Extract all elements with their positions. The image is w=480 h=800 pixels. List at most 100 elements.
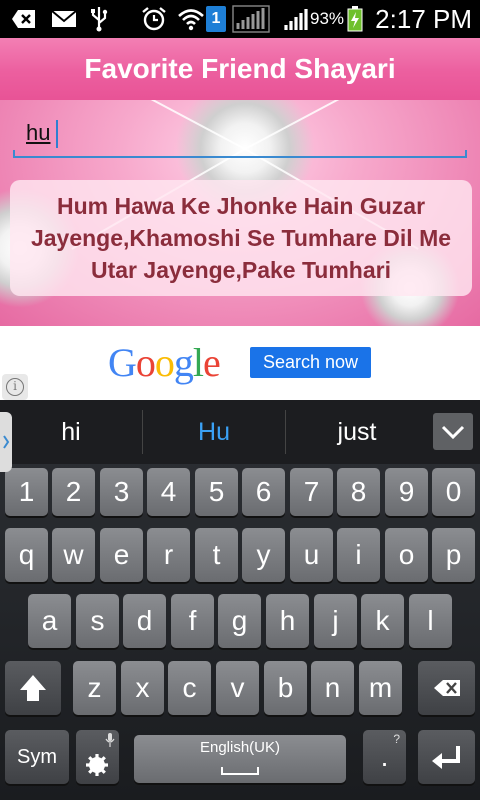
key-u[interactable]: u (290, 528, 333, 582)
key-label: c (182, 672, 197, 703)
notification-count-badge: 1 (206, 6, 226, 32)
key-t[interactable]: t (195, 528, 238, 582)
status-bar: 1 93% 2:17 PM (0, 0, 480, 38)
key-s[interactable]: s (76, 594, 119, 648)
key-label: t (212, 539, 221, 570)
shift-key[interactable] (5, 661, 61, 715)
signal-boxed-icon (232, 5, 270, 33)
key-4[interactable]: 4 (147, 468, 190, 516)
key-label: g (231, 605, 248, 636)
sym-key[interactable]: Sym (5, 730, 69, 784)
key-h[interactable]: h (266, 594, 309, 648)
enter-icon (432, 746, 460, 769)
enter-key[interactable] (418, 730, 475, 784)
key-label: z (87, 672, 102, 703)
key-label: 8 (350, 476, 367, 507)
key-j[interactable]: j (314, 594, 357, 648)
key-label: 2 (65, 476, 82, 507)
microphone-icon (105, 733, 115, 747)
key-g[interactable]: g (218, 594, 261, 648)
key-label: y (256, 539, 271, 570)
period-key[interactable]: .? (363, 730, 406, 784)
google-logo-letter: g (173, 340, 194, 385)
settings-key[interactable] (76, 730, 119, 784)
chevron-down-icon (441, 425, 465, 440)
shift-icon (20, 675, 46, 701)
key-m[interactable]: m (359, 661, 402, 715)
side-panel-tab[interactable] (0, 412, 12, 472)
input-corner-left (13, 150, 15, 158)
key-k[interactable]: k (361, 594, 404, 648)
suggestion-item[interactable]: hi (0, 400, 142, 464)
suggestion-item[interactable]: just (286, 400, 428, 464)
key-5[interactable]: 5 (195, 468, 238, 516)
search-input-value: hu (26, 120, 51, 145)
key-c[interactable]: c (168, 661, 211, 715)
key-x[interactable]: x (121, 661, 164, 715)
key-label: i (355, 539, 362, 570)
key-0[interactable]: 0 (432, 468, 475, 516)
key-8[interactable]: 8 (337, 468, 380, 516)
suggestion-item-highlighted[interactable]: Hu (143, 400, 285, 464)
key-label: u (303, 539, 320, 570)
key-i[interactable]: i (337, 528, 380, 582)
key-2[interactable]: 2 (52, 468, 95, 516)
usb-icon (88, 6, 110, 32)
key-label: j (332, 605, 339, 636)
key-e[interactable]: e (100, 528, 143, 582)
key-q[interactable]: q (5, 528, 48, 582)
backspace-key[interactable] (418, 661, 475, 715)
email-icon (50, 6, 78, 32)
key-label: m (368, 672, 393, 703)
key-label: 4 (160, 476, 177, 507)
key-l[interactable]: l (409, 594, 452, 648)
key-z[interactable]: z (73, 661, 116, 715)
space-bar-glyph (221, 767, 259, 775)
key-label: o (398, 539, 415, 570)
key-d[interactable]: d (123, 594, 166, 648)
key-v[interactable]: v (216, 661, 259, 715)
alarm-clock-icon (140, 6, 168, 32)
search-now-button[interactable]: Search now (250, 347, 371, 378)
cell-signal-icon (282, 6, 310, 32)
key-label: f (188, 605, 197, 636)
key-label: 1 (18, 476, 35, 507)
clock-time: 2:17 PM (375, 4, 472, 34)
key-3[interactable]: 3 (100, 468, 143, 516)
key-label: x (135, 672, 150, 703)
key-p[interactable]: p (432, 528, 475, 582)
space-bar-key[interactable]: English(UK) (134, 735, 346, 783)
key-label: Sym (17, 746, 57, 768)
backspace-icon (434, 680, 460, 696)
key-6[interactable]: 6 (242, 468, 285, 516)
key-label: . (380, 741, 389, 772)
input-corner-right (465, 150, 467, 158)
key-label: 9 (398, 476, 415, 507)
key-label: s (90, 605, 105, 636)
key-r[interactable]: r (147, 528, 190, 582)
key-w[interactable]: w (52, 528, 95, 582)
key-9[interactable]: 9 (385, 468, 428, 516)
key-label: p (445, 539, 462, 570)
google-logo-letter: o (135, 340, 156, 385)
key-n[interactable]: n (311, 661, 354, 715)
key-label: 3 (113, 476, 130, 507)
key-label: h (279, 605, 296, 636)
text-cursor (56, 120, 58, 148)
key-1[interactable]: 1 (5, 468, 48, 516)
shayari-card[interactable]: Hum Hawa Ke Jhonke Hain Guzar Jayenge,Kh… (10, 180, 472, 296)
ad-banner[interactable]: Google Search now i (0, 326, 480, 400)
key-b[interactable]: b (264, 661, 307, 715)
key-f[interactable]: f (171, 594, 214, 648)
ad-info-icon[interactable]: i (2, 374, 28, 400)
key-7[interactable]: 7 (290, 468, 333, 516)
key-label: 6 (255, 476, 272, 507)
key-a[interactable]: a (28, 594, 71, 648)
chevron-right-icon (3, 435, 10, 449)
key-o[interactable]: o (385, 528, 428, 582)
key-y[interactable]: y (242, 528, 285, 582)
google-logo[interactable]: Google (108, 340, 221, 386)
page-title: Favorite Friend Shayari (84, 53, 396, 84)
search-input[interactable]: hu (13, 116, 467, 158)
collapse-suggestions-button[interactable] (433, 413, 473, 450)
